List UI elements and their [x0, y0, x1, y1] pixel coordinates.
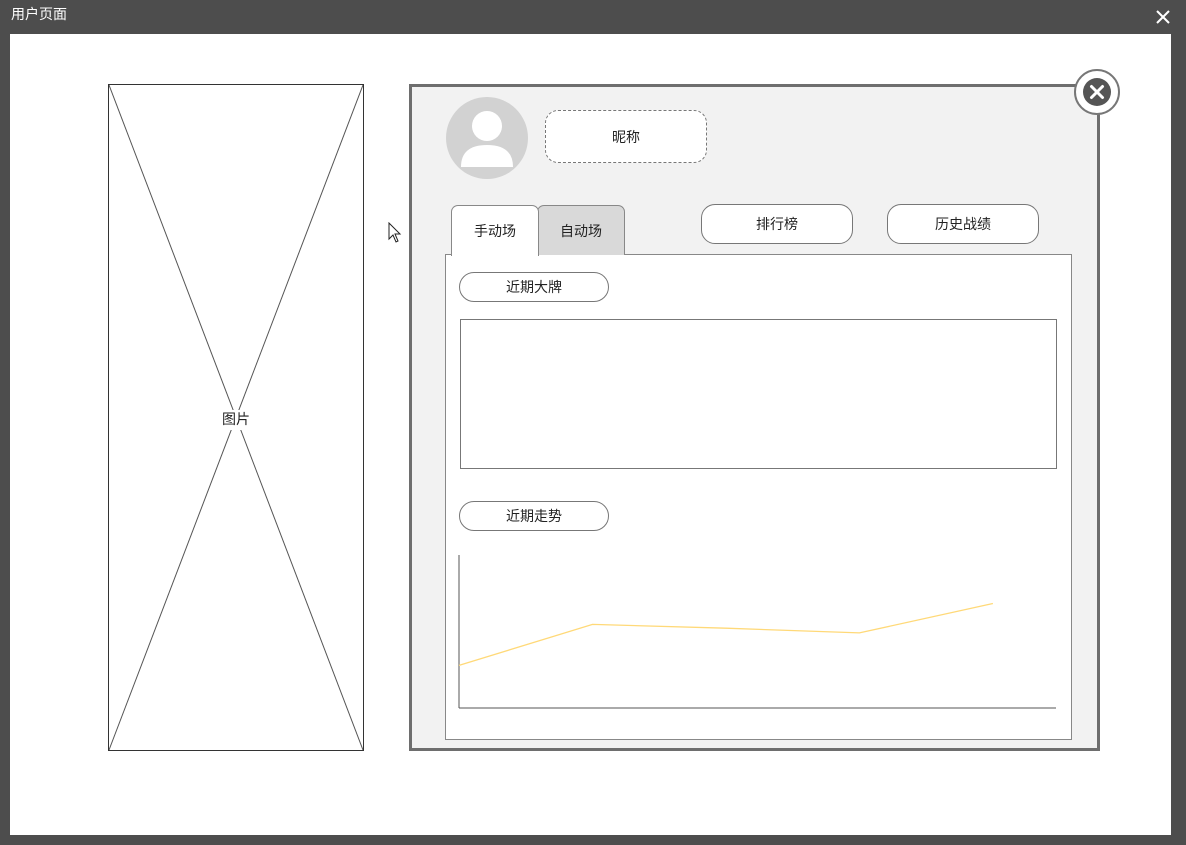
tab-content: 近期大牌 近期走势	[445, 254, 1072, 740]
recent-trend-label: 近期走势	[459, 501, 609, 531]
trend-chart	[458, 555, 1056, 709]
leaderboard-button[interactable]: 排行榜	[701, 204, 853, 244]
recent-cards-box	[460, 319, 1057, 469]
panel-close-icon[interactable]	[1073, 68, 1121, 116]
tab-auto[interactable]: 自动场	[537, 205, 625, 255]
image-label-text: 图片	[218, 410, 254, 430]
trend-series-line-0	[458, 602, 994, 667]
window-titlebar: 用户页面	[0, 0, 1186, 34]
image-label: 图片	[109, 409, 363, 430]
nickname-field[interactable]: 昵称	[545, 110, 707, 163]
history-record-button[interactable]: 历史战绩	[887, 204, 1039, 244]
image-placeholder: 图片	[108, 84, 364, 751]
user-avatar-icon[interactable]	[446, 97, 528, 179]
window-title: 用户页面	[11, 7, 67, 23]
recent-cards-label: 近期大牌	[459, 272, 609, 302]
tab-manual[interactable]: 手动场	[451, 205, 539, 256]
user-profile-panel: 昵称 手动场 自动场 排行榜 历史战绩 近期大牌 近期走势	[409, 84, 1100, 751]
mouse-cursor-icon	[388, 222, 402, 243]
close-icon[interactable]	[1152, 6, 1174, 28]
